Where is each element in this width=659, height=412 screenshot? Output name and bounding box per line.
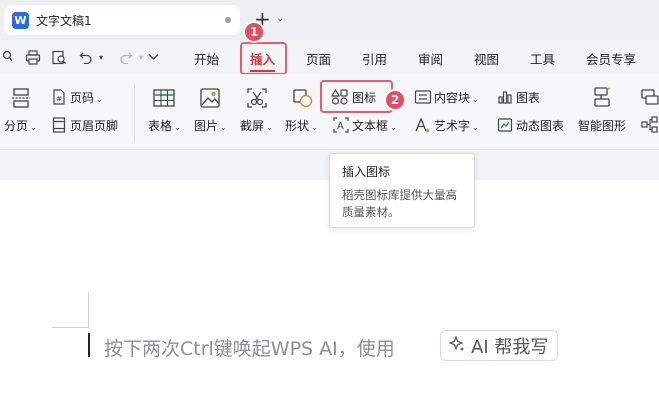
- ai-write-label: AI 帮我写: [471, 336, 549, 358]
- margin-marker: [52, 327, 88, 328]
- undo-icon[interactable]: [78, 48, 94, 66]
- textbox-button[interactable]: 文本框 ⌄: [352, 117, 397, 134]
- caret-down-icon: ⌄: [30, 123, 37, 132]
- page-break-icon[interactable]: [10, 87, 32, 112]
- tab-member[interactable]: 会员专享: [586, 49, 636, 68]
- table-icon[interactable]: [152, 87, 176, 112]
- undo-dropdown-icon[interactable]: ▾: [96, 48, 106, 66]
- caret-down-icon: ⌄: [390, 123, 397, 132]
- more-diagram-icon[interactable]: [640, 116, 659, 137]
- insert-icon-tooltip: 插入图标 稻壳图标库提供大量高质量素材。: [329, 153, 475, 228]
- text-cursor: [88, 333, 90, 357]
- smart-shape-icon[interactable]: [591, 86, 613, 111]
- caret-down-icon: ⌄: [311, 123, 318, 132]
- step-badge-2: 2: [384, 89, 406, 111]
- tooltip-body: 稻壳图标库提供大量高质量素材。: [342, 188, 457, 219]
- picture-button[interactable]: 图片 ⌄: [194, 117, 227, 134]
- shape-icon[interactable]: [292, 87, 314, 112]
- margin-marker: [88, 292, 89, 328]
- page-break-button[interactable]: 分页 ⌄: [4, 117, 37, 134]
- tab-page[interactable]: 页面: [306, 49, 331, 68]
- tab-tools[interactable]: 工具: [530, 49, 555, 68]
- content-block-button[interactable]: 内容块 ⌄: [434, 89, 479, 106]
- wordart-button[interactable]: 艺术字 ⌄: [434, 117, 479, 134]
- picture-icon[interactable]: [199, 87, 221, 112]
- ribbon-divider: [134, 84, 135, 142]
- more-shape-icon[interactable]: [640, 88, 659, 109]
- table-button[interactable]: 表格 ⌄: [148, 117, 181, 134]
- tab-references[interactable]: 引用: [362, 49, 387, 68]
- ai-hint-text: 按下两次Ctrl键唤起WPS AI，使用: [104, 338, 395, 360]
- document-title: 文字文稿1: [36, 13, 92, 28]
- chart-icon[interactable]: [497, 89, 513, 108]
- smart-shape-button[interactable]: 智能图形: [578, 117, 626, 134]
- textbox-icon[interactable]: A: [333, 117, 349, 136]
- page-number-button[interactable]: 页码 ⌄: [70, 89, 103, 106]
- more-chevron-icon[interactable]: [146, 48, 160, 66]
- redo-icon[interactable]: [118, 48, 134, 66]
- dynamic-chart-icon[interactable]: [497, 117, 513, 136]
- tab-home[interactable]: 开始: [194, 49, 219, 68]
- svg-text:A: A: [337, 121, 344, 132]
- screenshot-button[interactable]: 截屏 ⌄: [240, 117, 273, 134]
- redo-dropdown-icon[interactable]: ▾: [136, 48, 146, 66]
- caret-down-icon: ⌄: [472, 123, 479, 132]
- highlight-box-insert: [240, 42, 287, 75]
- tab-bar: W 文字文稿1 + ⌄: [0, 0, 659, 40]
- caret-down-icon: ⌄: [266, 123, 273, 132]
- caret-down-icon: ⌄: [472, 95, 479, 104]
- link-icon[interactable]: [0, 48, 16, 66]
- wps-writer-icon: W: [12, 11, 29, 29]
- caret-down-icon: ⌄: [220, 123, 227, 132]
- chevron-down-icon[interactable]: ⌄: [276, 13, 284, 24]
- highlight-box-icon: [320, 80, 393, 113]
- content-block-icon[interactable]: [414, 89, 432, 108]
- header-footer-button[interactable]: 页眉页脚: [70, 117, 118, 134]
- tab-review[interactable]: 审阅: [418, 49, 443, 68]
- print-preview-icon[interactable]: [50, 48, 68, 66]
- sparkle-icon: [448, 335, 465, 355]
- wordart-icon[interactable]: [414, 117, 430, 136]
- caret-down-icon: ⌄: [174, 123, 181, 132]
- unsaved-dot-icon[interactable]: [225, 17, 231, 23]
- header-footer-icon[interactable]: [52, 117, 66, 136]
- menu-bar: ▾ ▾ 开始 插入 页面 引用 审阅 视图 工具 会员专享: [0, 40, 659, 74]
- document-tab[interactable]: W 文字文稿1: [4, 5, 240, 35]
- screenshot-icon[interactable]: [246, 87, 268, 112]
- dynamic-chart-button[interactable]: 动态图表: [516, 117, 564, 134]
- step-badge-1: 1: [243, 21, 265, 43]
- svg-text:#: #: [56, 95, 62, 103]
- ai-write-button[interactable]: AI 帮我写: [440, 330, 558, 361]
- shape-button[interactable]: 形状 ⌄: [285, 117, 318, 134]
- caret-down-icon: ⌄: [96, 95, 103, 104]
- chart-button[interactable]: 图表: [516, 89, 540, 106]
- print-icon[interactable]: [24, 48, 42, 66]
- page-number-icon[interactable]: #: [52, 89, 66, 108]
- tooltip-title: 插入图标: [342, 165, 391, 179]
- tab-view[interactable]: 视图: [474, 49, 499, 68]
